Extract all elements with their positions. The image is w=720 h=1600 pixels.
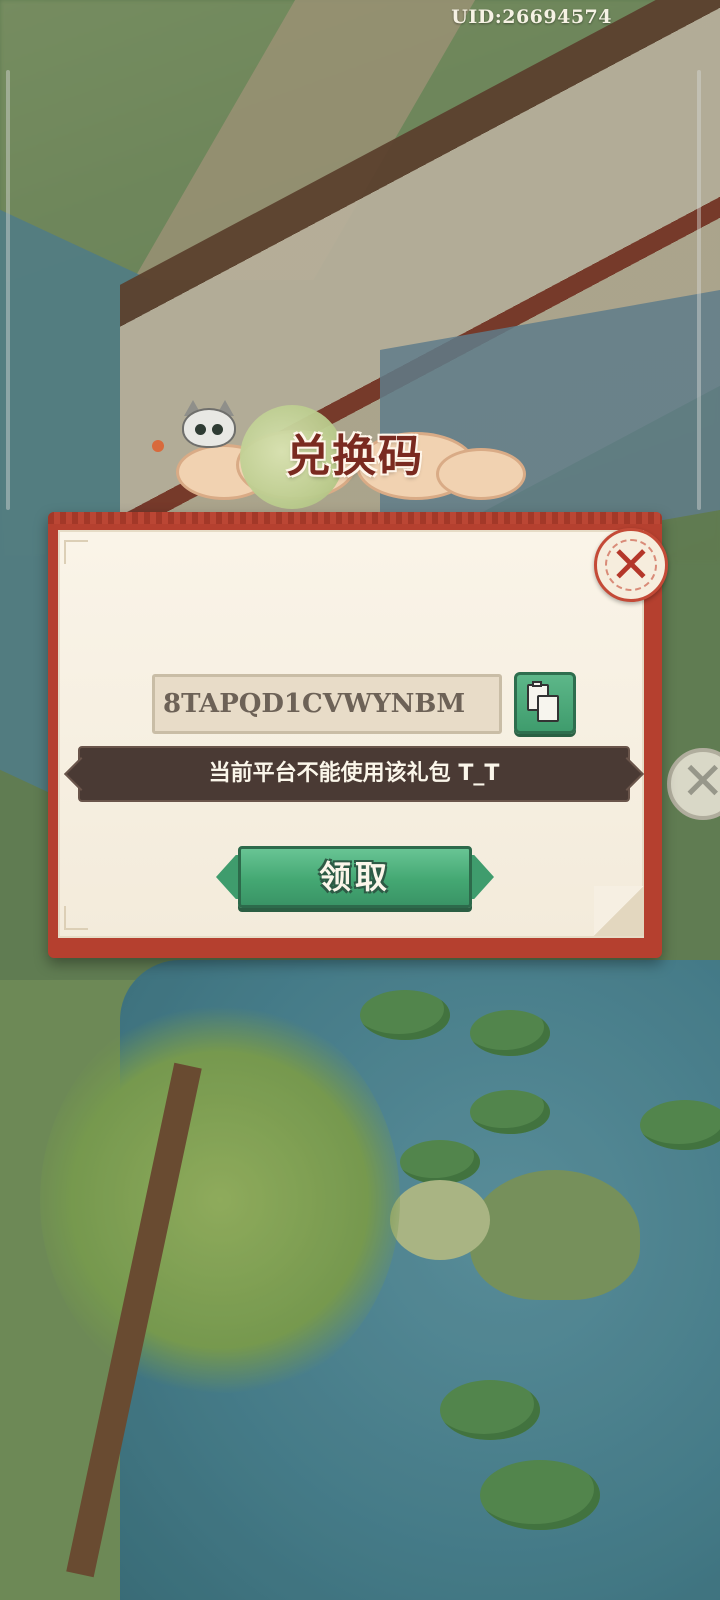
uid-label: UID:26694574 [451, 6, 612, 28]
close-icon-glyph: ✕ [610, 536, 652, 594]
error-message-banner: 当前平台不能使用该礼包 T_T [78, 746, 630, 802]
error-message-text: 当前平台不能使用该礼包 T_T [208, 761, 500, 786]
claim-button[interactable]: 领取 [238, 846, 472, 908]
leaf-decoration [152, 440, 164, 452]
close-button[interactable]: ✕ [594, 528, 668, 602]
page-curl [594, 886, 644, 936]
corner-ornament [64, 906, 88, 930]
corner-ornament [64, 540, 88, 564]
cat-mascot-icon [180, 400, 238, 448]
paste-button[interactable] [514, 672, 576, 734]
dialog-title: 兑换码 [286, 431, 424, 482]
redeem-code-input[interactable] [152, 674, 502, 734]
